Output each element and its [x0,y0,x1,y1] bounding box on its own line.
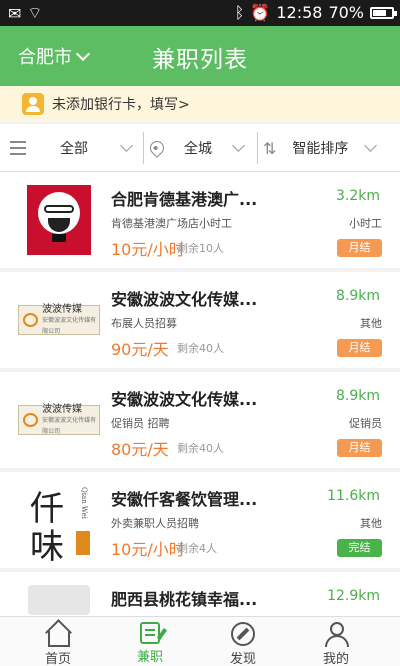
settlement-badge: 完结 [337,539,382,557]
bluetooth-icon: ᛒ [234,3,245,22]
category-filter[interactable]: 全部 [60,124,133,172]
sort-icon: ⇅ [263,138,277,158]
alarm-icon: ⏰ [250,3,271,22]
job-type: 小时工 [349,217,382,230]
settlement-badge: 月结 [337,239,382,257]
job-description: 促销员 招聘 [111,417,170,430]
job-company-name: 安徽波波文化传媒... [111,290,258,309]
qianwei-logo: 仟味 Qian Wei [30,487,90,567]
tab-profile-label: 我的 [322,652,349,666]
job-list-item[interactable]: 波波传媒 安徽波波文化传媒有限公司 安徽波波文化传媒... 8.9km 布展人员招… [0,272,400,368]
job-type: 其他 [360,517,382,530]
menu-icon[interactable] [10,141,26,159]
settlement-badge: 月结 [337,439,382,457]
job-type: 其他 [360,317,382,330]
notification-icon: ✉ [8,3,22,23]
company-logo [18,580,100,616]
clock-time: 12:58 [276,3,323,22]
job-description: 肯德基港澳广场店小时工 [111,217,232,230]
job-description: 外卖兼职人员招聘 [111,517,199,530]
divider [257,132,258,164]
category-filter-label: 全部 [60,141,88,157]
kfc-logo [18,180,100,260]
app-header: 合肥市 兼职列表 [0,26,400,86]
bank-card-notice[interactable]: 未添加银行卡，填写> [0,86,400,122]
chevron-down-icon [364,139,378,152]
job-list-item[interactable]: 仟味 Qian Wei 安徽仟客餐饮管理... 11.6km 外卖兼职人员招聘 其… [0,472,400,568]
battery-icon [370,6,397,19]
wifi-icon: ⌔ [27,3,43,22]
tab-jobs[interactable]: 兼职 [100,617,200,666]
job-list-item[interactable]: 合肥肯德基港澳广... 3.2km 肯德基港澳广场店小时工 小时工 10元/小时… [0,172,400,268]
bobo-media-logo: 波波传媒 安徽波波文化传媒有限公司 [18,380,100,460]
user-card-icon [22,93,44,115]
job-remaining: 剩余4人 [177,542,217,555]
chevron-down-icon [232,139,245,152]
bobo-media-logo: 波波传媒 安徽波波文化传媒有限公司 [18,280,100,360]
location-pin-icon [147,138,167,158]
job-salary: 10元/小时 [111,540,185,559]
job-list: 合肥肯德基港澳广... 3.2km 肯德基港澳广场店小时工 小时工 10元/小时… [0,172,400,616]
tab-discover[interactable]: 发现 [193,617,293,666]
job-company-name: 合肥肯德基港澳广... [111,190,258,209]
job-distance: 12.9km [327,588,380,604]
job-salary: 10元/小时 [111,240,185,259]
job-distance: 11.6km [327,488,380,504]
status-bar: ✉ ⌔ ᛒ ⏰ 12:58 70% [0,0,400,26]
job-distance: 3.2km [335,188,380,204]
area-filter[interactable]: 全城 [147,124,245,172]
job-distance: 8.9km [335,288,380,304]
job-remaining: 剩余40人 [177,342,224,355]
user-icon [323,622,349,647]
battery-percent: 70% [328,3,364,22]
job-salary: 80元/天 [111,440,169,459]
filter-bar: 全部 全城 ⇅ 智能排序 [0,124,400,172]
sort-filter-label: 智能排序 [292,141,349,157]
job-company-name: 安徽仟客餐饮管理... [111,490,258,509]
job-description: 布展人员招募 [111,317,177,330]
job-salary: 90元/天 [111,340,169,359]
job-list-item[interactable]: 肥西县桃花镇幸福... 12.9km [0,572,400,616]
chevron-down-icon [120,139,133,152]
settlement-badge: 月结 [337,339,382,357]
job-type: 促销员 [349,417,382,430]
bottom-tab-bar: 首页 兼职 发现 我的 [0,616,400,666]
tab-profile[interactable]: 我的 [286,617,386,666]
job-list-icon [140,622,160,644]
divider [143,132,144,164]
sort-filter[interactable]: ⇅ 智能排序 [263,124,378,172]
tab-jobs-label: 兼职 [136,650,163,665]
notice-text: 未添加银行卡，填写> [52,97,190,113]
area-filter-label: 全城 [184,141,212,157]
compass-icon [231,622,255,646]
tab-discover-label: 发现 [229,652,256,666]
home-icon [45,622,71,647]
job-company-name: 肥西县桃花镇幸福... [111,590,258,609]
job-remaining: 剩余10人 [177,242,224,255]
job-remaining: 剩余40人 [177,442,224,455]
tab-home[interactable]: 首页 [8,617,108,666]
tab-home-label: 首页 [44,652,71,666]
job-distance: 8.9km [335,388,380,404]
job-list-item[interactable]: 波波传媒 安徽波波文化传媒有限公司 安徽波波文化传媒... 8.9km 促销员 招… [0,372,400,468]
job-company-name: 安徽波波文化传媒... [111,390,258,409]
page-title: 兼职列表 [152,47,248,73]
